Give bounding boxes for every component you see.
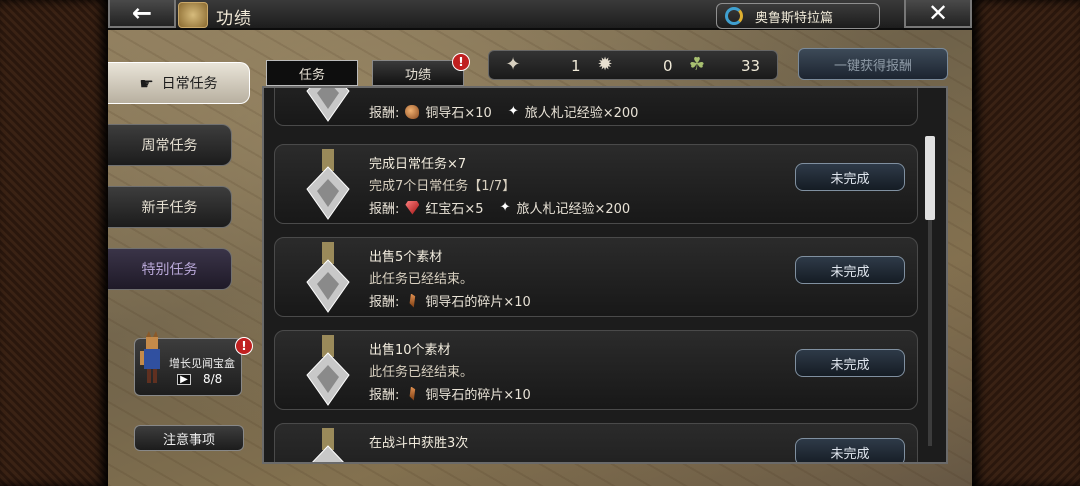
chapter-select-button[interactable]: 奥鲁斯特拉篇 — [716, 3, 880, 29]
map-title-icon — [178, 2, 208, 28]
task-desc: 此任务已经结束。 — [369, 272, 474, 287]
task-name: 在战斗中获胜3次 — [369, 436, 469, 451]
currency-value: 0 — [663, 57, 673, 75]
sidebar-item-special[interactable]: 特别任务 — [108, 248, 232, 290]
bronze-shard-icon — [409, 386, 416, 401]
leaf-icon: ☘ — [688, 54, 706, 75]
list-item: 报酬: 铜导石×10 ✦ 旅人札记经验×200 — [274, 88, 918, 126]
close-button[interactable]: ✕ — [904, 0, 972, 28]
video-play-icon: ▶ — [177, 374, 191, 385]
task-reward: 报酬: 铜导石的碎片×10 — [369, 384, 531, 403]
tab-achievements[interactable]: 功绩 — [372, 60, 464, 86]
medal-icon: ✹ — [597, 54, 613, 75]
list-item: 完成日常任务×7 完成7个日常任务【1/7】 报酬: 红宝石×5 ✦ 旅人札记经… — [274, 144, 918, 224]
pointing-hand-icon: ☛ — [139, 73, 154, 93]
reward-box-label: 增长见闻宝盒 — [169, 357, 235, 370]
status-button[interactable]: 未完成 — [795, 163, 905, 191]
task-reward: 报酬: 红宝石×5 ✦ 旅人札记经验×200 — [369, 198, 630, 217]
sidebar-item-label: 日常任务 — [161, 76, 218, 92]
task-reward: 报酬: 铜导石的碎片×10 — [369, 291, 531, 310]
medal-icon — [306, 88, 350, 122]
task-name: 出售5个素材 — [369, 250, 443, 265]
close-icon: ✕ — [927, 0, 949, 27]
reward-item: 铜导石的碎片×10 — [425, 295, 531, 310]
reward-prefix: 报酬: — [369, 202, 400, 217]
currency-value: 1 — [571, 57, 581, 75]
right-frame-border — [972, 0, 1080, 486]
task-desc: 完成7个日常任务【1/7】 — [369, 179, 516, 194]
page-title: 功绩 — [216, 9, 252, 29]
task-name: 出售10个素材 — [369, 343, 451, 358]
reward-prefix: 报酬: — [369, 106, 400, 121]
knowledge-reward-box[interactable]: 增长见闻宝盒 ▶ 8/8 ! — [134, 331, 253, 396]
list-item: 在战斗中获胜3次 未完成 — [274, 423, 918, 462]
list-item: 出售10个素材 此任务已经结束。 报酬: 铜导石的碎片×10 未完成 — [274, 330, 918, 410]
reward-item: 铜导石×10 — [425, 106, 492, 121]
sidebar-item-label: 特别任务 — [141, 262, 198, 278]
reward-box-count: 8/8 — [203, 372, 223, 386]
alert-badge-icon: ! — [235, 337, 253, 355]
task-name: 完成日常任务×7 — [369, 157, 467, 172]
ruby-icon — [405, 200, 420, 215]
left-frame-border — [0, 0, 108, 486]
task-reward: 报酬: 铜导石×10 ✦ 旅人札记经验×200 — [369, 102, 638, 121]
reward-item: 铜导石的碎片×10 — [425, 388, 531, 403]
reward-item: 红宝石×5 — [425, 202, 484, 217]
tab-tasks[interactable]: 任务 — [266, 60, 358, 86]
exp-star-icon: ✦ — [499, 199, 511, 215]
silver-compass-icon: ✦ — [505, 54, 521, 75]
chapter-label: 奥鲁斯特拉篇 — [755, 10, 834, 26]
claim-all-button[interactable]: 一键获得报酬 — [798, 48, 948, 80]
character-sprite-icon — [140, 331, 160, 383]
scrollbar-thumb[interactable] — [925, 136, 935, 220]
notice-button[interactable]: 注意事项 — [134, 425, 244, 451]
bronze-shard-icon — [409, 293, 416, 308]
status-button[interactable]: 未完成 — [795, 349, 905, 377]
sidebar-item-daily[interactable]: ☛ 日常任务 — [108, 62, 250, 104]
medal-icon — [306, 335, 350, 406]
currency-value: 33 — [741, 57, 761, 75]
reward-item: 旅人札记经验×200 — [524, 106, 639, 121]
medal-icon — [306, 242, 350, 313]
reward-prefix: 报酬: — [369, 295, 400, 310]
back-button[interactable]: ← — [108, 0, 176, 28]
sidebar-item-beginner[interactable]: 新手任务 — [108, 186, 232, 228]
reward-item: 旅人札记经验×200 — [516, 202, 631, 217]
currency-bar: ✦ 1 ✹ 0 ☘ 33 — [488, 50, 778, 80]
task-desc: 此任务已经结束。 — [369, 365, 474, 380]
back-arrow-icon: ← — [131, 0, 153, 27]
medal-icon — [312, 428, 344, 462]
sidebar-item-label: 新手任务 — [141, 200, 198, 216]
status-button[interactable]: 未完成 — [795, 256, 905, 284]
sidebar-item-label: 周常任务 — [141, 138, 198, 154]
medal-icon — [306, 149, 350, 220]
alert-badge-icon: ! — [452, 53, 470, 71]
bronze-stone-icon — [405, 104, 420, 119]
sidebar-item-weekly[interactable]: 周常任务 — [108, 124, 232, 166]
status-button[interactable]: 未完成 — [795, 438, 905, 462]
task-list[interactable]: 报酬: 铜导石×10 ✦ 旅人札记经验×200 完成日常任务×7 完成7个日常任… — [262, 86, 948, 464]
list-item: 出售5个素材 此任务已经结束。 报酬: 铜导石的碎片×10 未完成 — [274, 237, 918, 317]
exp-star-icon: ✦ — [507, 103, 519, 119]
reward-prefix: 报酬: — [369, 388, 400, 403]
refresh-cycle-icon — [725, 7, 743, 25]
